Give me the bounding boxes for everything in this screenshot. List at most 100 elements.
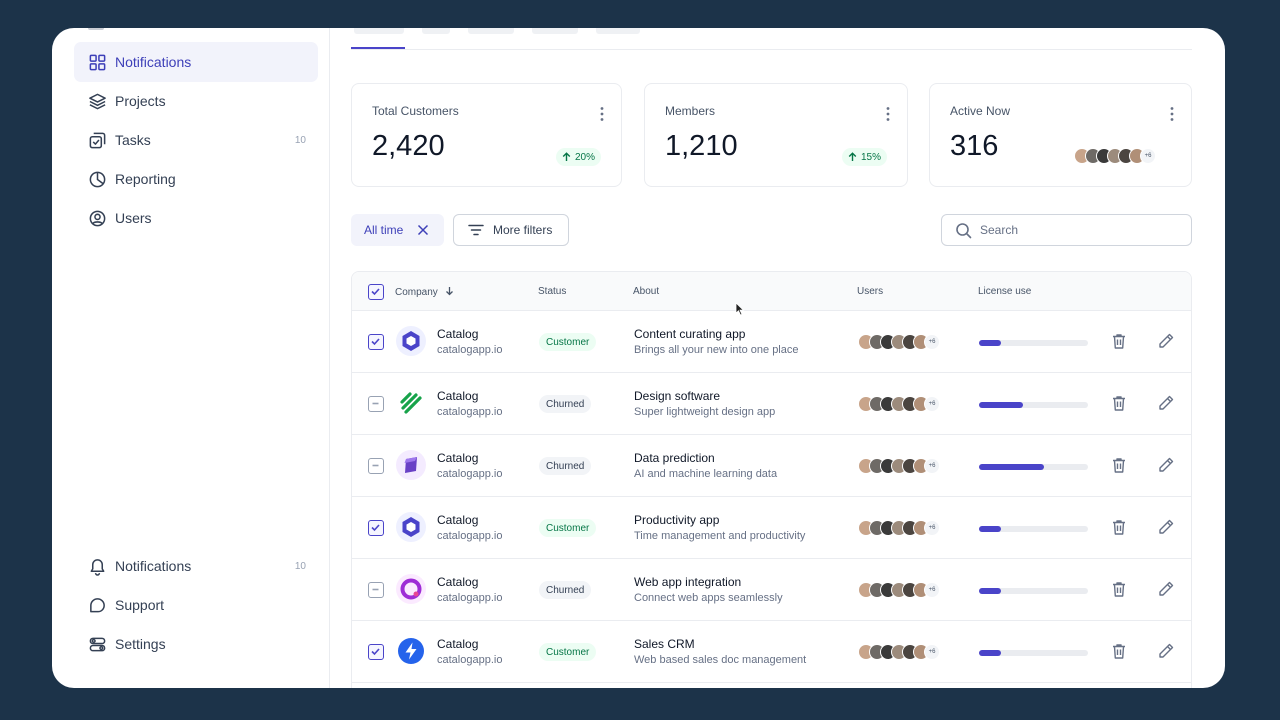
table-row[interactable]: Catalog catalogapp.io Churned Data predi…: [352, 435, 1191, 497]
company-domain: catalogapp.io: [437, 592, 503, 604]
more-vertical-icon[interactable]: [1169, 106, 1175, 122]
table-row[interactable]: Catalog catalogapp.io Churned Design sof…: [352, 373, 1191, 435]
company-name: Catalog: [437, 637, 479, 651]
stat-card-members: Members 1,210 15%: [644, 83, 908, 187]
bell-icon: [87, 556, 107, 576]
more-vertical-icon[interactable]: [599, 106, 605, 122]
sidebar-item-tasks[interactable]: Tasks 10: [74, 120, 318, 160]
column-header-company[interactable]: Company: [395, 286, 454, 298]
about-title: Sales CRM: [634, 637, 695, 651]
table-row[interactable]: Catalog catalogapp.io Churned Web app in…: [352, 559, 1191, 621]
more-filters-button[interactable]: More filters: [453, 214, 569, 246]
about-subtitle: Connect web apps seamlessly: [634, 592, 783, 604]
license-use-fill: [979, 526, 1001, 532]
about-subtitle: AI and machine learning data: [634, 468, 778, 480]
sidebar-item-label: Tasks: [115, 132, 151, 148]
row-checkbox[interactable]: [368, 520, 384, 536]
notifications-count-badge: 10: [294, 560, 306, 572]
search-input[interactable]: [980, 223, 1180, 237]
row-checkbox[interactable]: [368, 334, 384, 350]
sidebar-item-projects[interactable]: Projects: [74, 81, 318, 121]
trash-icon[interactable]: [1110, 456, 1128, 474]
company-logo: [396, 512, 426, 542]
edit-pencil-icon[interactable]: [1157, 394, 1175, 412]
company-domain: catalogapp.io: [437, 468, 503, 480]
sidebar-item-label: Notifications: [115, 558, 192, 574]
table-header: Company Status About Users License use: [352, 272, 1191, 311]
avatar-group: +6: [858, 520, 940, 536]
arrow-up-icon: [848, 152, 857, 161]
table-row[interactable]: Catalog catalogapp.io Customer Sales CRM…: [352, 621, 1191, 683]
sidebar-item-settings[interactable]: Settings: [74, 624, 318, 664]
license-use-bar: [979, 402, 1088, 408]
company-domain: catalogapp.io: [437, 654, 503, 666]
trash-icon[interactable]: [1110, 332, 1128, 350]
filter-chip-all-time[interactable]: All time: [351, 214, 444, 246]
row-checkbox[interactable]: [368, 458, 384, 474]
sidebar-item-notifications[interactable]: Notifications: [74, 42, 318, 82]
trash-icon[interactable]: [1110, 580, 1128, 598]
sidebar-item-label: Support: [115, 597, 165, 613]
company-logo: [396, 450, 426, 480]
about-title: Content curating app: [634, 327, 746, 341]
company-logo: [396, 326, 426, 356]
avatar-more-count: +6: [924, 644, 940, 660]
trash-icon[interactable]: [1110, 394, 1128, 412]
tab-table[interactable]: [422, 28, 450, 34]
avatar-more-count: +6: [924, 520, 940, 536]
tab-overview[interactable]: [354, 28, 404, 34]
sidebar-item-reporting[interactable]: Reporting: [74, 159, 318, 199]
stat-label: Members: [665, 104, 716, 118]
row-checkbox[interactable]: [368, 582, 384, 598]
company-name: Catalog: [437, 513, 479, 527]
license-use-fill: [979, 402, 1023, 408]
avatar-group: +6: [858, 582, 940, 598]
license-use-bar: [979, 464, 1088, 470]
edit-pencil-icon[interactable]: [1157, 580, 1175, 598]
sidebar-item-label: Settings: [115, 636, 166, 652]
avatar-group: +6: [858, 644, 940, 660]
tabs-divider: [351, 49, 1192, 50]
sidebar-item-users[interactable]: Users: [74, 198, 318, 238]
license-use-bar: [979, 340, 1088, 346]
table-row[interactable]: Catalog catalogapp.io Customer Content c…: [352, 311, 1191, 373]
license-use-fill: [979, 650, 1001, 656]
stat-value: 1,210: [665, 130, 738, 162]
about-subtitle: Time management and productivity: [634, 530, 806, 542]
edit-pencil-icon[interactable]: [1157, 518, 1175, 536]
more-filters-label: More filters: [493, 223, 553, 237]
row-checkbox[interactable]: [368, 396, 384, 412]
user-circle-icon: [87, 208, 107, 228]
company-domain: catalogapp.io: [437, 344, 503, 356]
trash-icon[interactable]: [1110, 518, 1128, 536]
tab-custom[interactable]: [596, 28, 640, 34]
status-badge: Churned: [539, 395, 592, 413]
edit-pencil-icon[interactable]: [1157, 642, 1175, 660]
search-icon: [956, 222, 972, 238]
sidebar-item-support[interactable]: Support: [74, 585, 318, 625]
close-icon[interactable]: [416, 223, 430, 237]
search-box[interactable]: [941, 214, 1192, 246]
row-checkbox[interactable]: [368, 644, 384, 660]
more-vertical-icon[interactable]: [885, 106, 891, 122]
column-header-status: Status: [538, 286, 567, 297]
grid-icon: [87, 52, 107, 72]
filter-lines-icon: [468, 224, 484, 236]
company-name: Catalog: [437, 575, 479, 589]
license-use-fill: [979, 340, 1001, 346]
company-name: Catalog: [437, 389, 479, 403]
stat-value: 2,420: [372, 130, 445, 162]
tab-list-view[interactable]: [468, 28, 514, 34]
company-logo: [396, 636, 426, 666]
settings-icon: [87, 634, 107, 654]
select-all-checkbox[interactable]: [368, 284, 384, 300]
sidebar-item-notifications-bottom[interactable]: Notifications 10: [74, 546, 318, 586]
status-badge: Churned: [539, 457, 592, 475]
status-badge: Customer: [539, 333, 597, 351]
tab-segment[interactable]: [532, 28, 578, 34]
edit-pencil-icon[interactable]: [1157, 456, 1175, 474]
arrow-down-icon: [445, 287, 453, 296]
edit-pencil-icon[interactable]: [1157, 332, 1175, 350]
table-row[interactable]: Catalog catalogapp.io Customer Productiv…: [352, 497, 1191, 559]
trash-icon[interactable]: [1110, 642, 1128, 660]
